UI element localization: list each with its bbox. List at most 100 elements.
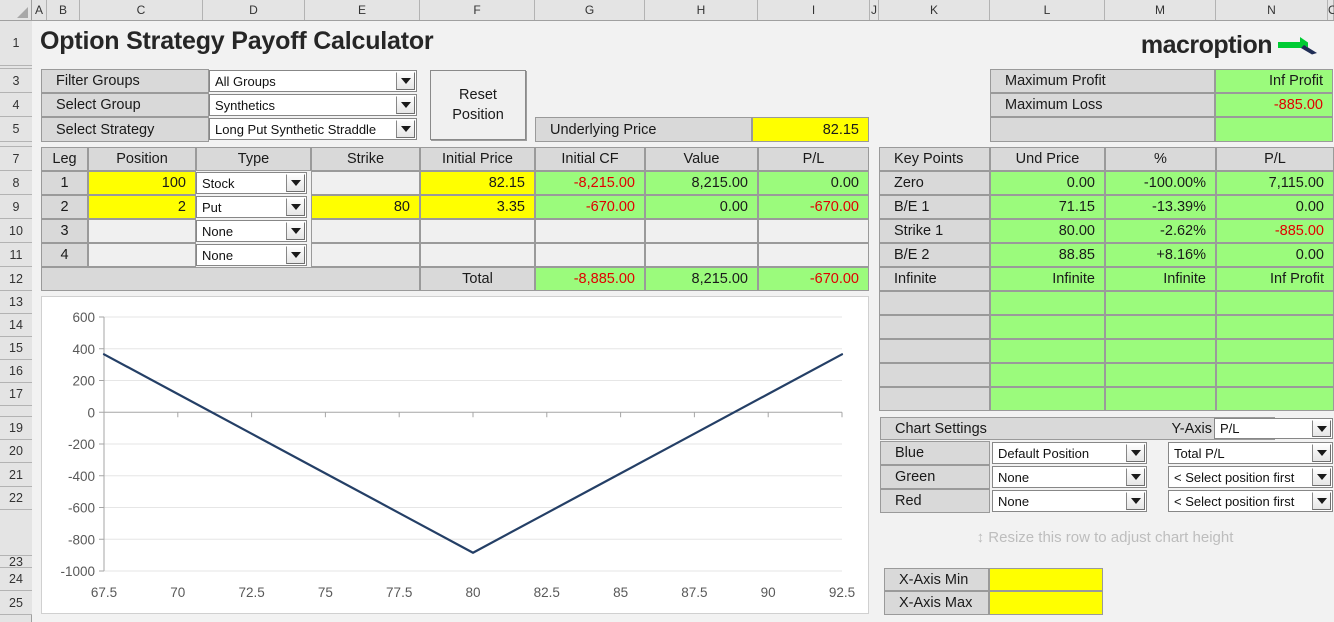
row-header-10[interactable]: 10 [0,219,32,243]
row-header-3[interactable]: 3 [0,69,32,93]
chart-series-position-dropdown-red[interactable]: None [992,490,1147,512]
row-header-23[interactable]: 23 [0,555,32,569]
keypoint-pct-6 [1105,291,1216,315]
leg-type-value-1: Stock [202,175,235,191]
legs-total-value: 8,215.00 [645,267,758,291]
column-header-F[interactable]: F [420,0,535,20]
column-header-D[interactable]: D [203,0,305,20]
row-header-24[interactable]: 24 [0,568,32,591]
leg-value-3 [645,219,758,243]
chevron-down-icon[interactable] [286,174,305,192]
column-header-C[interactable]: C [80,0,203,20]
leg-type-dropdown-2[interactable]: Put [196,196,307,218]
row-header-8[interactable]: 8 [0,171,32,195]
column-header-O[interactable]: O [1328,0,1334,20]
leg-type-dropdown-4[interactable]: None [196,244,307,266]
row-header-20[interactable]: 20 [0,440,32,463]
chart-series-metric-dropdown-green[interactable]: < Select position first [1168,466,1333,488]
leg-strike-input-1[interactable] [311,171,420,195]
chevron-down-icon[interactable] [396,120,415,138]
leg-initial-price-input-1[interactable]: 82.15 [420,171,535,195]
chevron-down-icon[interactable] [1126,492,1145,510]
row-header-17[interactable]: 17 [0,383,32,406]
row-header-22[interactable]: 22 [0,487,32,510]
row-header-9[interactable]: 9 [0,195,32,219]
column-header-E[interactable]: E [305,0,420,20]
leg-strike-input-2[interactable]: 80 [311,195,420,219]
page-title: Option Strategy Payoff Calculator [40,27,434,55]
column-header-K[interactable]: K [879,0,990,20]
row-header-19[interactable]: 19 [0,417,32,440]
underlying-price-input[interactable]: 82.15 [752,117,869,142]
column-header-N[interactable]: N [1216,0,1328,20]
column-header-I[interactable]: I [758,0,870,20]
reset-position-button-line1: Reset [459,87,497,103]
row-header-16[interactable]: 16 [0,360,32,383]
chevron-down-icon[interactable] [286,198,305,216]
leg-initial-price-input-2[interactable]: 3.35 [420,195,535,219]
column-header-B[interactable]: B [47,0,80,20]
reset-position-button[interactable]: Reset Position [430,70,526,140]
legs-header-value: Value [645,147,758,171]
column-header-L[interactable]: L [990,0,1105,20]
select-strategy-label: Select Strategy [41,117,209,142]
select-strategy-dropdown[interactable]: Long Put Synthetic Straddle [209,118,417,140]
chevron-down-icon[interactable] [396,72,415,90]
chevron-down-icon[interactable] [1126,468,1145,486]
chevron-down-icon[interactable] [1312,444,1331,462]
column-header-G[interactable]: G [535,0,645,20]
row-header-15[interactable]: 15 [0,337,32,360]
leg-position-input-4[interactable] [88,243,196,267]
chart-series-metric-dropdown-red[interactable]: < Select position first [1168,490,1333,512]
x-axis-max-input[interactable] [989,591,1103,615]
chevron-down-icon[interactable] [1312,420,1331,437]
column-header-J[interactable]: J [870,0,879,20]
row-header-4[interactable]: 4 [0,93,32,117]
chevron-down-icon[interactable] [1312,492,1331,510]
keypoint-und-price-5: Infinite [990,267,1105,291]
row-header-5[interactable]: 5 [0,117,32,142]
x-axis-max-label: X-Axis Max [884,591,989,615]
row-header-14[interactable]: 14 [0,314,32,337]
chart-series-position-dropdown-blue[interactable]: Default Position [992,442,1147,464]
leg-strike-input-3[interactable] [311,219,420,243]
x-axis-min-input[interactable] [989,568,1103,591]
chevron-down-icon[interactable] [1126,444,1145,462]
leg-initial-price-input-3[interactable] [420,219,535,243]
legs-total-pl: -670.00 [758,267,869,291]
keypoints-header-und-price: Und Price [990,147,1105,171]
row-header-gap [0,510,32,556]
leg-type-dropdown-3[interactable]: None [196,220,307,242]
row-header-13[interactable]: 13 [0,291,32,314]
column-header-H[interactable]: H [645,0,758,20]
select-all-corner[interactable] [0,0,32,21]
chevron-down-icon[interactable] [286,246,305,264]
row-header-11[interactable]: 11 [0,243,32,267]
leg-strike-input-4[interactable] [311,243,420,267]
chevron-down-icon[interactable] [1312,468,1331,486]
leg-position-input-1[interactable]: 100 [88,171,196,195]
chart-series-position-dropdown-green[interactable]: None [992,466,1147,488]
row-header-25[interactable]: 25 [0,591,32,615]
row-header-1[interactable]: 1 [0,21,32,66]
select-group-label: Select Group [41,93,209,117]
leg-initial-price-input-4[interactable] [420,243,535,267]
row-header-21[interactable]: 21 [0,463,32,487]
chart-series-metric-dropdown-blue[interactable]: Total P/L [1168,442,1333,464]
leg-position-input-2[interactable]: 2 [88,195,196,219]
row-header-7[interactable]: 7 [0,147,32,171]
leg-type-dropdown-1[interactable]: Stock [196,172,307,194]
filter-groups-dropdown[interactable]: All Groups [209,70,417,92]
select-group-dropdown[interactable]: Synthetics [209,94,417,116]
y-axis-dropdown[interactable]: P/L [1214,418,1333,439]
leg-position-input-3[interactable] [88,219,196,243]
row-header-12[interactable]: 12 [0,267,32,291]
chart-x-tick-label-82.5: 82.5 [534,585,560,600]
chevron-down-icon[interactable] [396,96,415,114]
keypoint-pct-10 [1105,387,1216,411]
brand-wordmark: macroption [1140,31,1273,59]
column-header-A[interactable]: A [32,0,47,20]
column-header-M[interactable]: M [1105,0,1216,20]
chevron-down-icon[interactable] [286,222,305,240]
leg-type-value-4: None [202,247,234,263]
